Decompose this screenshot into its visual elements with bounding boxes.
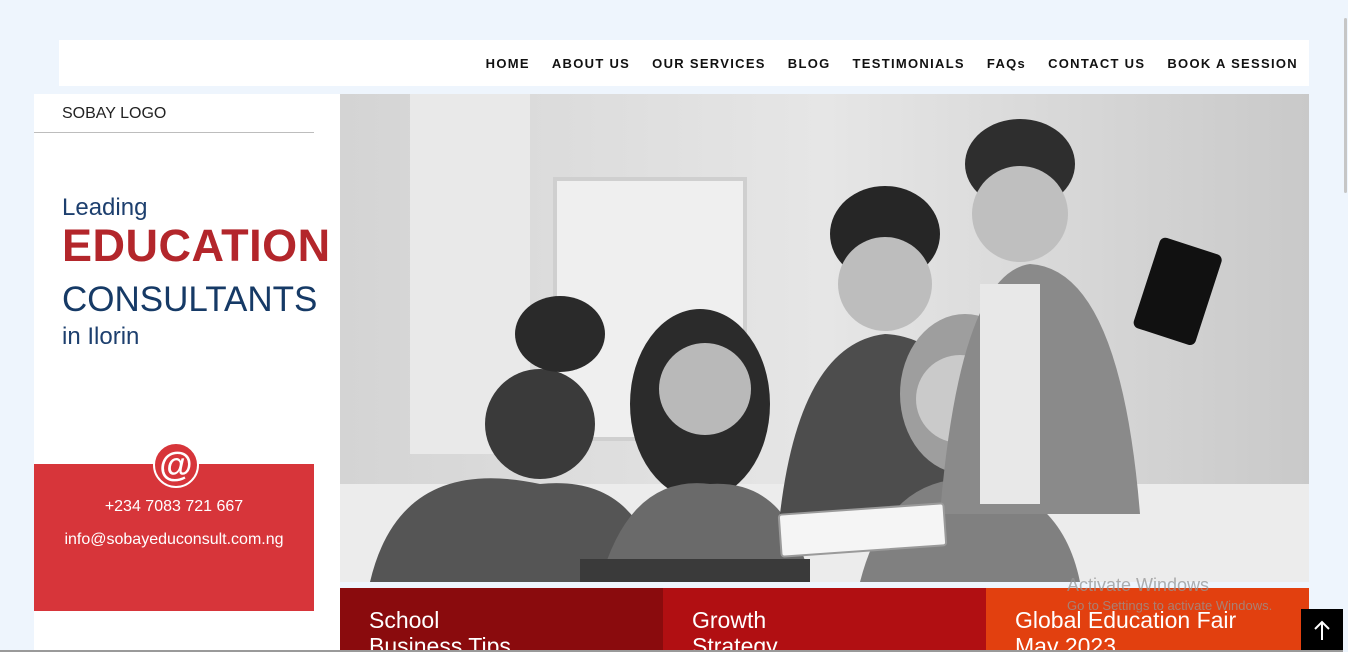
site-logo[interactable]: SOBAY LOGO (62, 105, 166, 123)
card-title: Growth (692, 607, 767, 633)
tagline-education: EDUCATION (62, 220, 331, 271)
nav-home-link[interactable]: HOME (486, 56, 530, 71)
card-title: Global Education Fair (1015, 607, 1237, 633)
nav-menu: HOME ABOUT US OUR SERVICES BLOG TESTIMON… (486, 40, 1298, 86)
at-sign-icon: @ (153, 442, 199, 488)
card-growth-strategy[interactable]: Growth Strategy (663, 588, 986, 652)
card-global-education-fair[interactable]: Global Education Fair May 2023 (986, 588, 1309, 652)
svg-text:@: @ (159, 446, 192, 484)
nav-faqs-link[interactable]: FAQs (987, 56, 1026, 71)
feature-cards: School Business Tips Growth Strategy Glo… (340, 588, 1309, 652)
arrow-up-icon (1314, 620, 1330, 640)
nav-blog-link[interactable]: BLOG (788, 56, 831, 71)
nav-testimonials-link[interactable]: TESTIMONIALS (853, 56, 965, 71)
top-navbar: HOME ABOUT US OUR SERVICES BLOG TESTIMON… (59, 40, 1309, 86)
tagline-leading: Leading (62, 194, 148, 221)
tagline-location: in Ilorin (62, 323, 140, 350)
nav-about-link[interactable]: ABOUT US (552, 56, 630, 71)
tagline-consultants: CONSULTANTS (62, 280, 318, 319)
logo-divider (34, 132, 314, 133)
nav-contact-link[interactable]: CONTACT US (1048, 56, 1145, 71)
back-to-top-button[interactable] (1301, 609, 1343, 652)
students-with-tablet-photo (340, 94, 1309, 582)
hero-image (340, 94, 1309, 582)
nav-book-session-link[interactable]: BOOK A SESSION (1167, 56, 1298, 71)
card-school-business-tips[interactable]: School Business Tips (340, 588, 663, 652)
sidebar: SOBAY LOGO Leading EDUCATION CONSULTANTS… (34, 94, 340, 652)
contact-box: @ +234 7083 721 667 info@sobayeduconsult… (34, 442, 314, 611)
nav-services-link[interactable]: OUR SERVICES (652, 56, 766, 71)
contact-phone[interactable]: +234 7083 721 667 (34, 498, 314, 516)
card-title: School (369, 607, 440, 633)
scrollbar-thumb[interactable] (1344, 18, 1347, 193)
contact-email[interactable]: info@sobayeduconsult.com.ng (34, 531, 314, 549)
